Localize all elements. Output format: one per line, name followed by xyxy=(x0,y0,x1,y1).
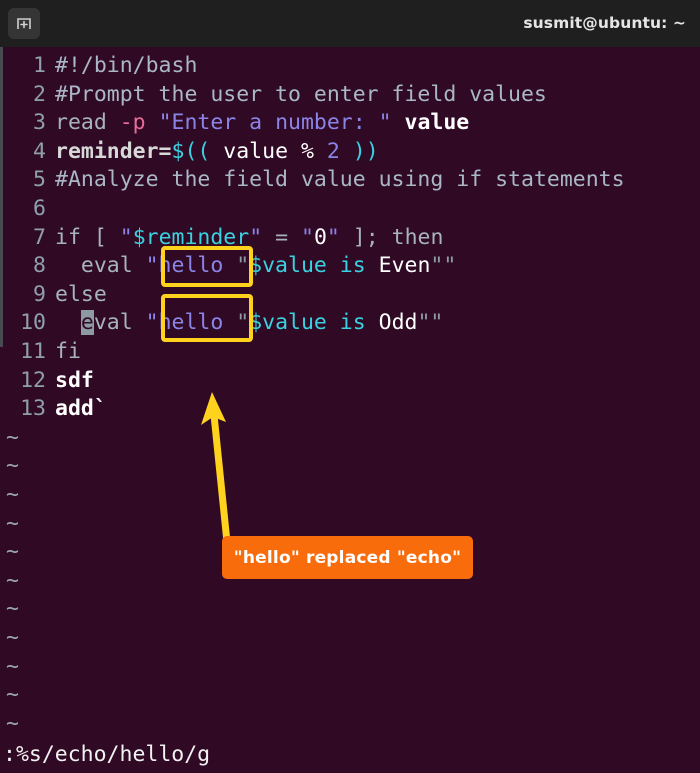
empty-line-marker: ~ xyxy=(6,625,19,650)
code-token: e xyxy=(80,310,94,336)
code-token: #!/bin/bash xyxy=(55,53,198,78)
empty-line-marker: ~ xyxy=(6,482,19,507)
empty-line-marker: ~ xyxy=(6,539,19,565)
vim-editor[interactable]: 1 #!/bin/bash 2 #Prompt the user to enter f… xyxy=(0,47,700,773)
terminal-window: susmit@ubuntu: ~ 1 #!/bin/bash 2 #Prompt th… xyxy=(0,0,700,773)
line-number: 4 xyxy=(33,138,46,164)
code-token: read xyxy=(55,110,120,136)
code-token: Odd xyxy=(378,310,418,336)
code-token: val xyxy=(93,310,146,336)
code-token: $value xyxy=(249,253,327,279)
code-token: value xyxy=(404,110,470,136)
empty-line-marker: ~ xyxy=(6,596,19,622)
code-line[interactable]: if [ "$reminder" = "0" ]; then xyxy=(55,223,443,252)
new-tab-button[interactable] xyxy=(8,8,40,39)
code-line[interactable]: #Prompt the user to enter field values xyxy=(55,80,547,109)
vim-command-line[interactable]: :%s/echo/hello/g xyxy=(3,740,210,769)
empty-line-marker: ~ xyxy=(6,510,19,536)
code-line[interactable]: sdf xyxy=(55,366,94,395)
code-token: " xyxy=(236,310,250,336)
code-token: add` xyxy=(55,396,107,422)
code-token: #Prompt the user to enter field values xyxy=(55,81,547,107)
code-line[interactable]: eval "hello "$value is Odd"" xyxy=(55,308,443,337)
code-token: " xyxy=(236,253,250,279)
code-token: 0 xyxy=(313,224,327,250)
code-line[interactable]: #!/bin/bash xyxy=(55,51,197,80)
new-tab-icon xyxy=(15,15,33,33)
code-token: )) xyxy=(352,138,379,164)
callout-box: "hello" replaced "echo" xyxy=(222,536,473,579)
code-token: " xyxy=(300,224,314,250)
code-token: " xyxy=(119,224,133,250)
line-number: 13 xyxy=(20,396,46,422)
code-line[interactable]: reminder=$(( value % 2 )) xyxy=(55,137,379,166)
code-line[interactable]: add` xyxy=(55,394,107,423)
code-token: $reminder xyxy=(132,224,250,250)
code-token: ]; then xyxy=(339,224,444,250)
code-line[interactable]: else xyxy=(55,280,107,309)
code-line[interactable]: read -p "Enter a number: " value xyxy=(55,108,469,137)
line-number: 9 xyxy=(33,281,46,307)
code-token: $(( xyxy=(171,138,211,164)
line-number: 11 xyxy=(20,339,46,364)
line-number: 6 xyxy=(33,196,46,221)
line-number: 1 xyxy=(33,53,46,78)
code-token: reminder= xyxy=(55,138,172,164)
line-number: 8 xyxy=(33,253,46,279)
code-token: " xyxy=(326,224,340,250)
code-line[interactable]: eval "hello "$value is Even"" xyxy=(55,251,456,280)
code-token: "" xyxy=(430,253,457,279)
code-token: "hello xyxy=(145,310,237,336)
code-token: #Analyze the field value using if statem… xyxy=(55,167,625,193)
code-token: 2 xyxy=(326,138,340,164)
window-title: susmit@ubuntu: ~ xyxy=(523,14,686,32)
callout-text: "hello" replaced "echo" xyxy=(233,547,462,568)
code-token: is xyxy=(326,310,379,336)
empty-line-marker: ~ xyxy=(6,653,19,679)
line-number: 5 xyxy=(33,167,46,193)
code-token: " xyxy=(249,224,263,250)
code-token: "hello xyxy=(145,253,237,279)
code-line[interactable]: fi xyxy=(55,337,81,366)
empty-line-marker: ~ xyxy=(6,453,19,479)
code-token: $value xyxy=(249,310,327,336)
empty-line-marker: ~ xyxy=(6,710,19,736)
empty-line-marker: ~ xyxy=(6,682,19,708)
code-token: value % xyxy=(210,138,327,164)
line-number: 12 xyxy=(20,367,46,393)
code-line[interactable]: #Analyze the field value using if statem… xyxy=(55,165,625,194)
code-token: "Enter a number: " xyxy=(158,110,392,136)
code-token: sdf xyxy=(55,367,94,393)
code-token: -p xyxy=(119,110,146,136)
line-number: 7 xyxy=(33,224,46,250)
code-token: fi xyxy=(55,339,81,364)
code-line[interactable] xyxy=(55,194,68,223)
code-token: = xyxy=(262,224,301,250)
line-number: 2 xyxy=(33,81,46,107)
line-number: 3 xyxy=(33,110,46,136)
code-token: else xyxy=(55,281,107,307)
empty-line-marker: ~ xyxy=(6,424,19,450)
code-token: is xyxy=(326,253,379,279)
titlebar: susmit@ubuntu: ~ xyxy=(0,0,700,48)
code-token: Even xyxy=(378,253,431,279)
line-number: 10 xyxy=(20,310,46,336)
callout-arrow-icon xyxy=(201,392,231,543)
code-token: "" xyxy=(417,310,444,336)
code-token: eval xyxy=(55,253,146,279)
code-token: if [ xyxy=(55,224,120,250)
empty-line-marker: ~ xyxy=(6,567,19,593)
